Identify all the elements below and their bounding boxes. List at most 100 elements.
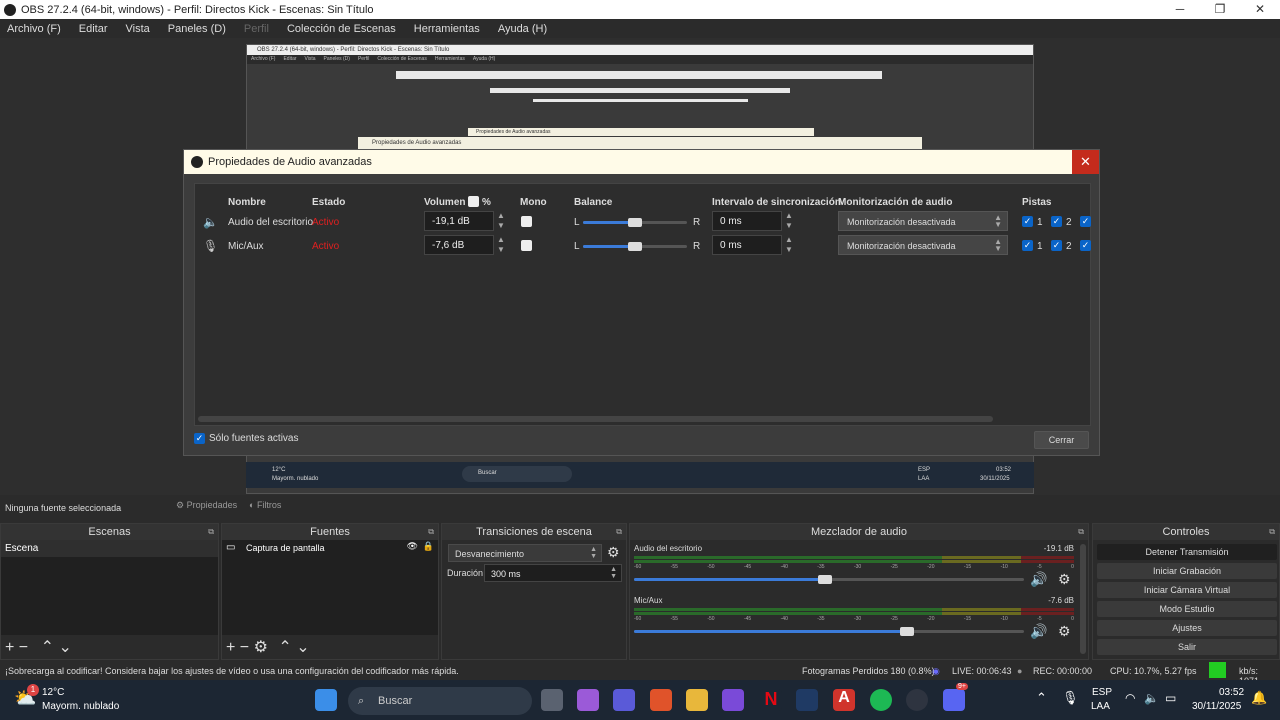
clock-date[interactable]: 30/11/2025 [1192,701,1241,712]
spotify-icon[interactable] [870,689,892,711]
gear-icon[interactable]: ⚙ [254,639,268,656]
balance-left-label: L [574,217,580,228]
sync-spin-arrows[interactable]: ▲ ▼ [783,235,795,255]
gear-icon[interactable]: ⚙ [607,544,620,561]
disney-icon[interactable] [796,689,818,711]
move-up-icon[interactable]: ⌃ [278,639,291,656]
balance-slider[interactable] [583,218,687,227]
add-icon[interactable]: + [5,639,14,656]
mixer-scrollbar[interactable] [1080,544,1086,654]
close-window-button[interactable]: ✕ [1240,0,1280,19]
chevron-up-icon[interactable]: ⌃ [1036,690,1047,706]
taskbar-search[interactable]: ⌕ Buscar [348,687,532,715]
menu-docks[interactable]: Paneles (D) [168,23,226,35]
sync-offset-input[interactable]: 0 ms [712,211,782,231]
balance-slider[interactable] [583,242,687,251]
battery-icon[interactable]: ▭ [1165,691,1176,705]
move-up-icon[interactable]: ⌃ [41,639,54,656]
track2-checkbox[interactable]: ✓ [1051,216,1062,227]
netflix-icon[interactable]: N [760,689,782,711]
task-view-icon[interactable] [541,689,563,711]
speaker-icon[interactable]: 🔊 [1030,571,1047,588]
only-active-toggle[interactable]: ✓ Sólo fuentes activas [194,433,299,444]
discord-icon[interactable] [943,689,965,711]
gear-icon[interactable]: ⚙ [1058,623,1071,640]
monitoring-select[interactable]: Monitorización desactivada ▲ ▼ [838,235,1008,255]
minimize-button[interactable]: ─ [1160,0,1200,19]
monitoring-select[interactable]: Monitorización desactivada ▲ ▼ [838,211,1008,231]
menu-profile[interactable]: Perfil [244,23,269,35]
exit-button[interactable]: Salir [1097,639,1277,655]
office-icon[interactable] [722,689,744,711]
volume-input[interactable]: -19,1 dB [424,211,494,231]
volume-slider[interactable] [634,575,1024,584]
menu-tools[interactable]: Herramientas [414,23,480,35]
microphone-tray-icon[interactable]: 🎙 [1062,690,1079,706]
meter-tick-label: -55 [670,564,678,570]
lock-icon[interactable]: 🔒 [423,541,434,552]
lang-code[interactable]: ESP [1092,687,1112,698]
track3-checkbox[interactable]: ✓ [1080,240,1091,251]
gear-icon[interactable]: ⚙ [1058,571,1071,588]
volume-slider[interactable] [634,627,1024,636]
move-down-icon[interactable]: ⌄ [58,639,71,656]
track3-checkbox[interactable]: ✓ [1080,216,1091,227]
studio-mode-button[interactable]: Modo Estudio [1097,601,1277,617]
acrobat-icon[interactable]: A [833,689,855,711]
mono-checkbox[interactable] [521,216,532,227]
lang-layout[interactable]: LAA [1091,701,1110,712]
volume-spin-arrows[interactable]: ▲ ▼ [495,211,507,231]
clock-time[interactable]: 03:52 [1219,687,1244,698]
volume-icon[interactable]: 🔈 [1144,691,1159,705]
menu-view[interactable]: Vista [126,23,150,35]
only-active-checkbox[interactable]: ✓ [194,433,205,444]
properties-button[interactable]: ⚙ Propiedades [176,500,237,511]
meter-tick-label: -50 [707,564,715,570]
horizontal-scrollbar[interactable] [198,416,993,422]
live-timer: LIVE: 00:06:43 [952,666,1012,676]
menu-help[interactable]: Ayuda (H) [498,23,547,35]
percent-checkbox[interactable] [468,196,479,207]
start-recording-button[interactable]: Iniciar Grabación [1097,563,1277,579]
scene-item[interactable]: Escena [1,540,218,557]
maximize-button[interactable]: ❐ [1200,0,1240,19]
dialog-close-button[interactable]: ✕ [1072,150,1099,174]
remove-icon[interactable]: − [19,639,28,656]
track1-checkbox[interactable]: ✓ [1022,240,1033,251]
menu-file[interactable]: Archivo (F) [7,23,61,35]
balance-right-label: R [693,217,701,228]
mono-checkbox[interactable] [521,240,532,251]
track2-checkbox[interactable]: ✓ [1051,240,1062,251]
volume-spin-arrows[interactable]: ▲ ▼ [495,235,507,255]
brave-icon[interactable] [650,689,672,711]
add-icon[interactable]: + [226,639,235,656]
start-virtual-camera-button[interactable]: Iniciar Cámara Virtual [1097,582,1277,598]
meter-tick-label: 0 [1071,564,1074,570]
track1-checkbox[interactable]: ✓ [1022,216,1033,227]
nested-dialog-small: Propiedades de Audio avanzadas [468,128,814,136]
filters-button[interactable]: ◐ Filtros [249,500,281,510]
windows-start-icon[interactable] [315,689,337,711]
obs-taskbar-icon[interactable] [906,689,928,711]
settings-button[interactable]: Ajustes [1097,620,1277,636]
menu-scene-collection[interactable]: Colección de Escenas [287,23,396,35]
file-explorer-icon[interactable] [686,689,708,711]
dialog-cerrar-button[interactable]: Cerrar [1034,431,1089,449]
sources-dock: Fuentes ⧉ ▭ Captura de pantalla 👁 🔒 + − ⚙… [221,523,439,660]
speaker-icon[interactable]: 🔊 [1030,623,1047,640]
stop-streaming-button[interactable]: Detener Transmisión [1097,544,1277,560]
volume-input[interactable]: -7,6 dB [424,235,494,255]
duration-input[interactable]: 300 ms ▲ ▼ [484,564,622,582]
wifi-icon[interactable]: ◠ [1125,691,1135,705]
sync-offset-input[interactable]: 0 ms [712,235,782,255]
copilot-icon[interactable] [577,689,599,711]
transition-select[interactable]: Desvanecimiento ▲ ▼ [448,544,602,562]
sync-spin-arrows[interactable]: ▲ ▼ [783,211,795,231]
remove-icon[interactable]: − [240,639,249,656]
source-item[interactable]: ▭ Captura de pantalla 👁 🔒 [222,540,438,556]
teams-icon[interactable] [613,689,635,711]
move-down-icon[interactable]: ⌄ [296,639,309,656]
eye-icon[interactable]: 👁 [407,541,418,552]
menu-edit[interactable]: Editar [79,23,108,35]
notification-icon[interactable]: 🔔 [1251,690,1267,706]
